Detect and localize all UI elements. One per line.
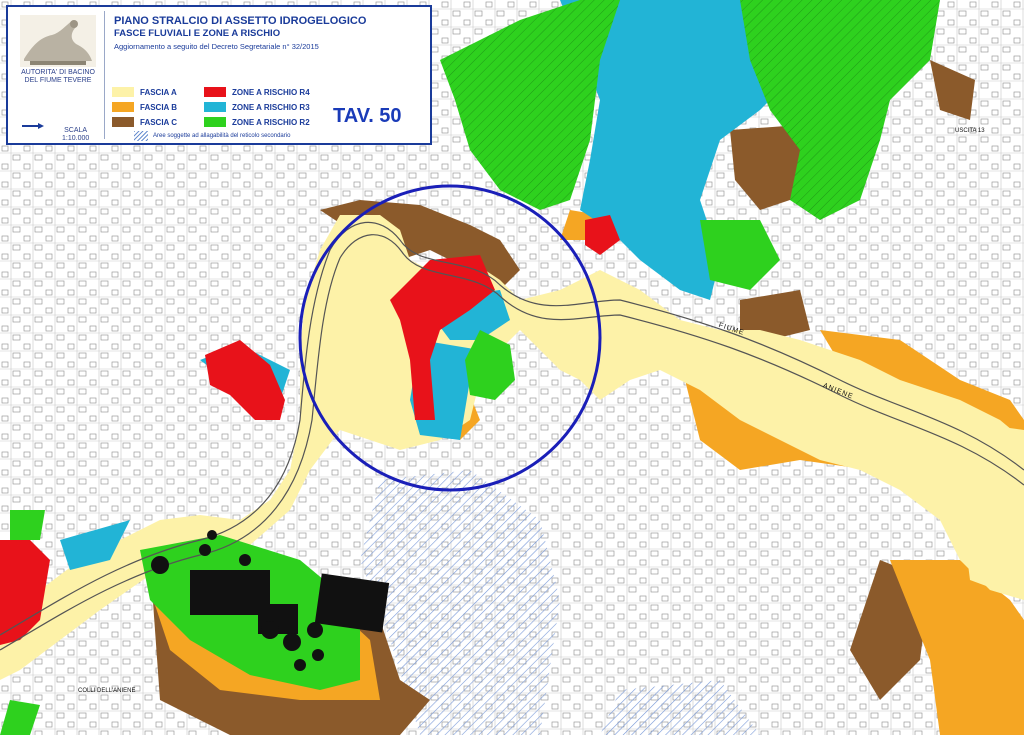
r2-swatch [204, 117, 226, 127]
fascia-b-swatch [112, 102, 134, 112]
legend-label: ZONE A RISCHIO R2 [232, 117, 310, 127]
legend-item-r4: ZONE A RISCHIO R4 [204, 86, 310, 98]
authority-logo-area: AUTORITA' DI BACINO DEL FIUME TEVERE SCA… [12, 11, 105, 142]
legend-item-r2: ZONE A RISCHIO R2 [204, 116, 310, 128]
fascia-a-swatch [112, 87, 134, 97]
map-legend: AUTORITA' DI BACINO DEL FIUME TEVERE SCA… [6, 5, 432, 145]
legend-item-fascia-c: FASCIA C [112, 116, 177, 128]
authority-name: AUTORITA' DI BACINO DEL FIUME TEVERE [21, 69, 95, 84]
scale-text: SCALA 1:10.000 [62, 127, 89, 143]
r4-swatch [204, 87, 226, 97]
legend-label: FASCIA B [140, 102, 178, 112]
risk-r2-zone [10, 510, 45, 540]
legend-item-fascia-a: FASCIA A [112, 86, 177, 98]
legend-title: PIANO STRALCIO DI ASSETTO IDROGELOGICO [114, 15, 367, 27]
legend-subtitle: FASCE FLUVIALI E ZONE A RISCHIO [114, 28, 281, 39]
legend-label: ZONE A RISCHIO R3 [232, 102, 310, 112]
hatch-note: Aree soggette ad allagabilità del retico… [153, 133, 291, 139]
north-arrow-icon [22, 123, 44, 129]
sheet-number: TAV. 50 [333, 105, 402, 127]
exit-label: USCITA 13 [955, 128, 985, 134]
legend-label: FASCIA A [140, 87, 177, 97]
scale-label: SCALA [64, 127, 88, 134]
hills-label: COLLI DELL'ANIENE [78, 688, 136, 694]
legend-item-fascia-b: FASCIA B [112, 101, 177, 113]
legend-label: ZONE A RISCHIO R4 [232, 87, 310, 97]
scale-value: 1:10.000 [62, 135, 90, 142]
fascia-c-swatch [112, 117, 134, 127]
river-god-statue-icon [20, 15, 96, 67]
legend-label: FASCIA C [140, 117, 178, 127]
legend-update-note: Aggiornamento a seguito del Decreto Segr… [114, 42, 319, 51]
hatch-swatch [134, 131, 148, 141]
legend-item-r3: ZONE A RISCHIO R3 [204, 101, 310, 113]
r3-swatch [204, 102, 226, 112]
